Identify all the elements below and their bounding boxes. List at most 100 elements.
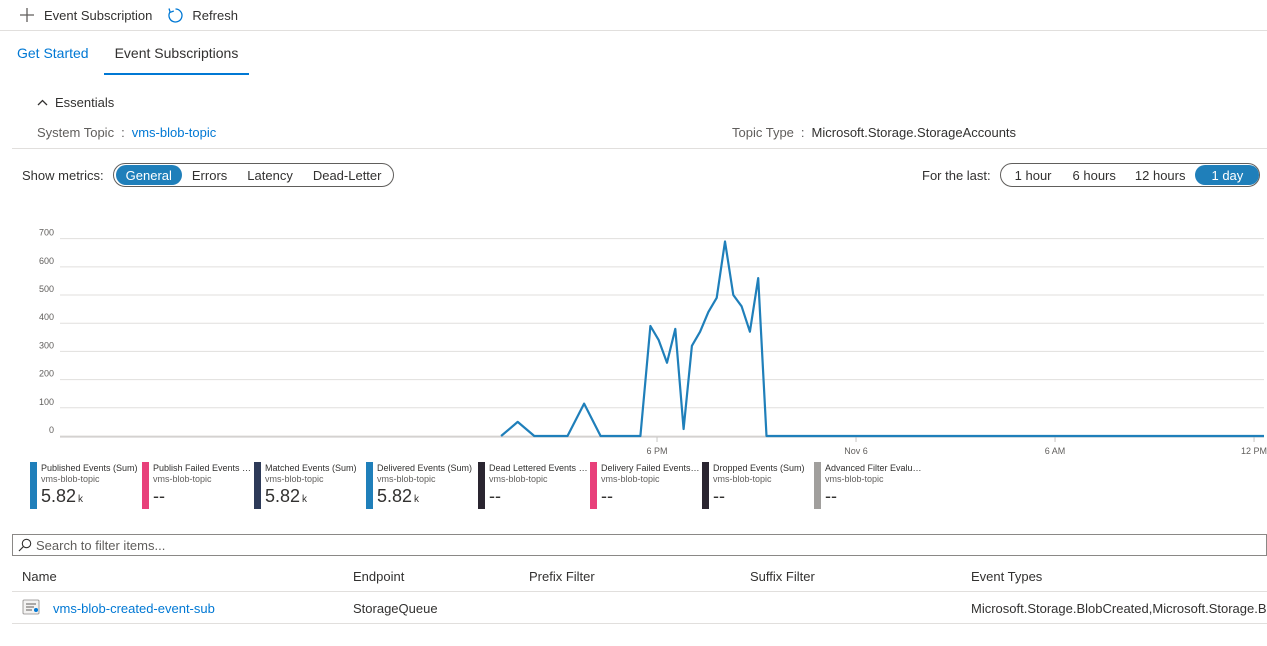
event-subscriptions-table: Name Endpoint Prefix Filter Suffix Filte… (12, 562, 1267, 624)
subscription-name-link[interactable]: vms-blob-created-event-sub (53, 601, 215, 616)
legend-resource: vms-blob-topic (41, 474, 100, 484)
filter-search-input[interactable] (36, 537, 1136, 553)
column-header-prefix-filter[interactable]: Prefix Filter (529, 569, 595, 584)
tab-bar: Get Started Event Subscriptions (0, 31, 251, 75)
table-row[interactable]: vms-blob-created-event-sub StorageQueue … (12, 592, 1267, 624)
show-metrics-label: Show metrics: (22, 167, 104, 183)
x-tick-label: 6 PM (647, 446, 668, 456)
endpoint-cell: StorageQueue (353, 601, 438, 616)
system-topic-label: System Topic (37, 125, 115, 140)
plus-icon (18, 6, 36, 24)
legend-number: -- (601, 486, 613, 506)
legend-resource: vms-blob-topic (601, 474, 660, 484)
chevron-up-icon (37, 99, 48, 106)
topic-type-value: Microsoft.Storage.StorageAccounts (811, 125, 1017, 140)
legend-color-bar (142, 462, 149, 509)
time-range-pill-group: 1 hour 6 hours 12 hours 1 day (999, 163, 1261, 187)
legend-number: -- (825, 486, 837, 506)
x-tick-label: Nov 6 (844, 446, 868, 456)
legend-name: Delivery Failed Events (Sum) (601, 463, 701, 473)
add-event-subscription-button[interactable]: Event Subscription (18, 6, 152, 24)
events-line-chart: 0 100 200 300 400 500 600 700 6 PM Nov 6 6 AM 12 PM (39, 228, 1267, 456)
refresh-label: Refresh (192, 7, 238, 23)
legend-unit: k (78, 494, 84, 505)
legend-name: Published Events (Sum) (41, 463, 138, 473)
legend-name: Delivered Events (Sum) (377, 463, 473, 473)
legend-unit: k (414, 494, 420, 505)
legend-value: -- (825, 485, 926, 511)
time-1-hour-pill[interactable]: 1 hour (1003, 165, 1064, 185)
essentials-toggle[interactable]: Essentials (37, 95, 114, 110)
event-types-cell: Microsoft.Storage.BlobCreated,Microsoft.… (971, 601, 1267, 616)
legend-delivery-failed-events[interactable]: Delivery Failed Events (Sum) vms-blob-to… (590, 462, 702, 510)
events-chart: 0 100 200 300 400 500 600 700 6 PM Nov 6 6 AM 12 PM (22, 225, 1267, 463)
legend-value: -- (489, 485, 590, 511)
legend-number: 5.82 (377, 486, 413, 506)
metrics-pill-group: General Errors Latency Dead-Letter (112, 163, 395, 187)
y-tick-label: 400 (39, 312, 54, 322)
legend-publish-failed-events[interactable]: Publish Failed Events (Sum) vms-blob-top… (142, 462, 254, 510)
column-header-event-types[interactable]: Event Types (971, 569, 1042, 584)
legend-number: 5.82 (265, 486, 301, 506)
legend-color-bar (702, 462, 709, 509)
time-6-hours-pill[interactable]: 6 hours (1064, 165, 1125, 185)
y-tick-label: 200 (39, 369, 54, 379)
table-header: Name Endpoint Prefix Filter Suffix Filte… (12, 562, 1267, 592)
legend-delivered-events[interactable]: Delivered Events (Sum) vms-blob-topic 5.… (366, 462, 478, 510)
legend-resource: vms-blob-topic (377, 474, 436, 484)
legend-value: 5.82 k (377, 485, 478, 511)
essentials-label: Essentials (55, 95, 115, 110)
metrics-general-pill[interactable]: General (115, 165, 182, 185)
x-tick-label: 6 AM (1045, 446, 1066, 456)
metrics-errors-pill[interactable]: Errors (182, 165, 237, 185)
legend-value: -- (601, 485, 702, 511)
legend-value: -- (713, 485, 814, 511)
legend-unit: k (302, 494, 308, 505)
refresh-button[interactable]: Refresh (166, 6, 238, 24)
y-tick-label: 100 (39, 397, 54, 407)
legend-advanced-filter-evaluations[interactable]: Advanced Filter Evaluations (Sum) vms-bl… (814, 462, 926, 510)
legend-value: 5.82 k (265, 485, 366, 511)
metrics-latency-pill[interactable]: Latency (237, 165, 303, 185)
legend-color-bar (590, 462, 597, 509)
tab-get-started[interactable]: Get Started (4, 31, 102, 75)
column-header-suffix-filter[interactable]: Suffix Filter (750, 569, 815, 584)
legend-color-bar (254, 462, 261, 509)
y-tick-label: 500 (39, 284, 54, 294)
system-topic-property: System Topic : vms-blob-topic (37, 125, 216, 140)
legend-published-events[interactable]: Published Events (Sum) vms-blob-topic 5.… (30, 462, 142, 510)
column-header-name[interactable]: Name (22, 569, 57, 584)
legend-name: Matched Events (Sum) (265, 463, 357, 473)
separator: : (800, 125, 805, 140)
legend-name: Dead Lettered Events (Sum) (489, 463, 589, 473)
legend-value: 5.82 k (41, 485, 142, 511)
legend-matched-events[interactable]: Matched Events (Sum) vms-blob-topic 5.82… (254, 462, 366, 510)
legend-resource: vms-blob-topic (825, 474, 884, 484)
y-tick-label: 600 (39, 256, 54, 266)
search-icon (18, 538, 32, 552)
legend-number: -- (489, 486, 501, 506)
system-topic-link[interactable]: vms-blob-topic (132, 125, 217, 140)
essentials-divider (12, 148, 1267, 149)
legend-dropped-events[interactable]: Dropped Events (Sum) vms-blob-topic -- (702, 462, 814, 510)
legend-color-bar (30, 462, 37, 509)
refresh-icon (166, 6, 184, 24)
x-tick-label: 12 PM (1241, 446, 1267, 456)
y-tick-label: 700 (39, 228, 54, 238)
legend-color-bar (814, 462, 821, 509)
y-tick-label: 0 (49, 425, 54, 435)
tab-event-subscriptions[interactable]: Event Subscriptions (102, 31, 252, 75)
metrics-dead-letter-pill[interactable]: Dead-Letter (303, 165, 392, 185)
time-12-hours-pill[interactable]: 12 hours (1125, 165, 1196, 185)
legend-number: -- (713, 486, 725, 506)
show-metrics-row: Show metrics: General Errors Latency Dea… (22, 163, 395, 187)
legend-dead-lettered-events[interactable]: Dead Lettered Events (Sum) vms-blob-topi… (478, 462, 590, 510)
column-header-endpoint[interactable]: Endpoint (353, 569, 404, 584)
legend-number: 5.82 (41, 486, 77, 506)
legend-color-bar (478, 462, 485, 509)
separator: : (121, 125, 125, 140)
time-1-day-pill[interactable]: 1 day (1195, 165, 1260, 185)
legend-number: -- (153, 486, 165, 506)
series-line-published-events (500, 240, 1264, 438)
legend-resource: vms-blob-topic (489, 474, 548, 484)
